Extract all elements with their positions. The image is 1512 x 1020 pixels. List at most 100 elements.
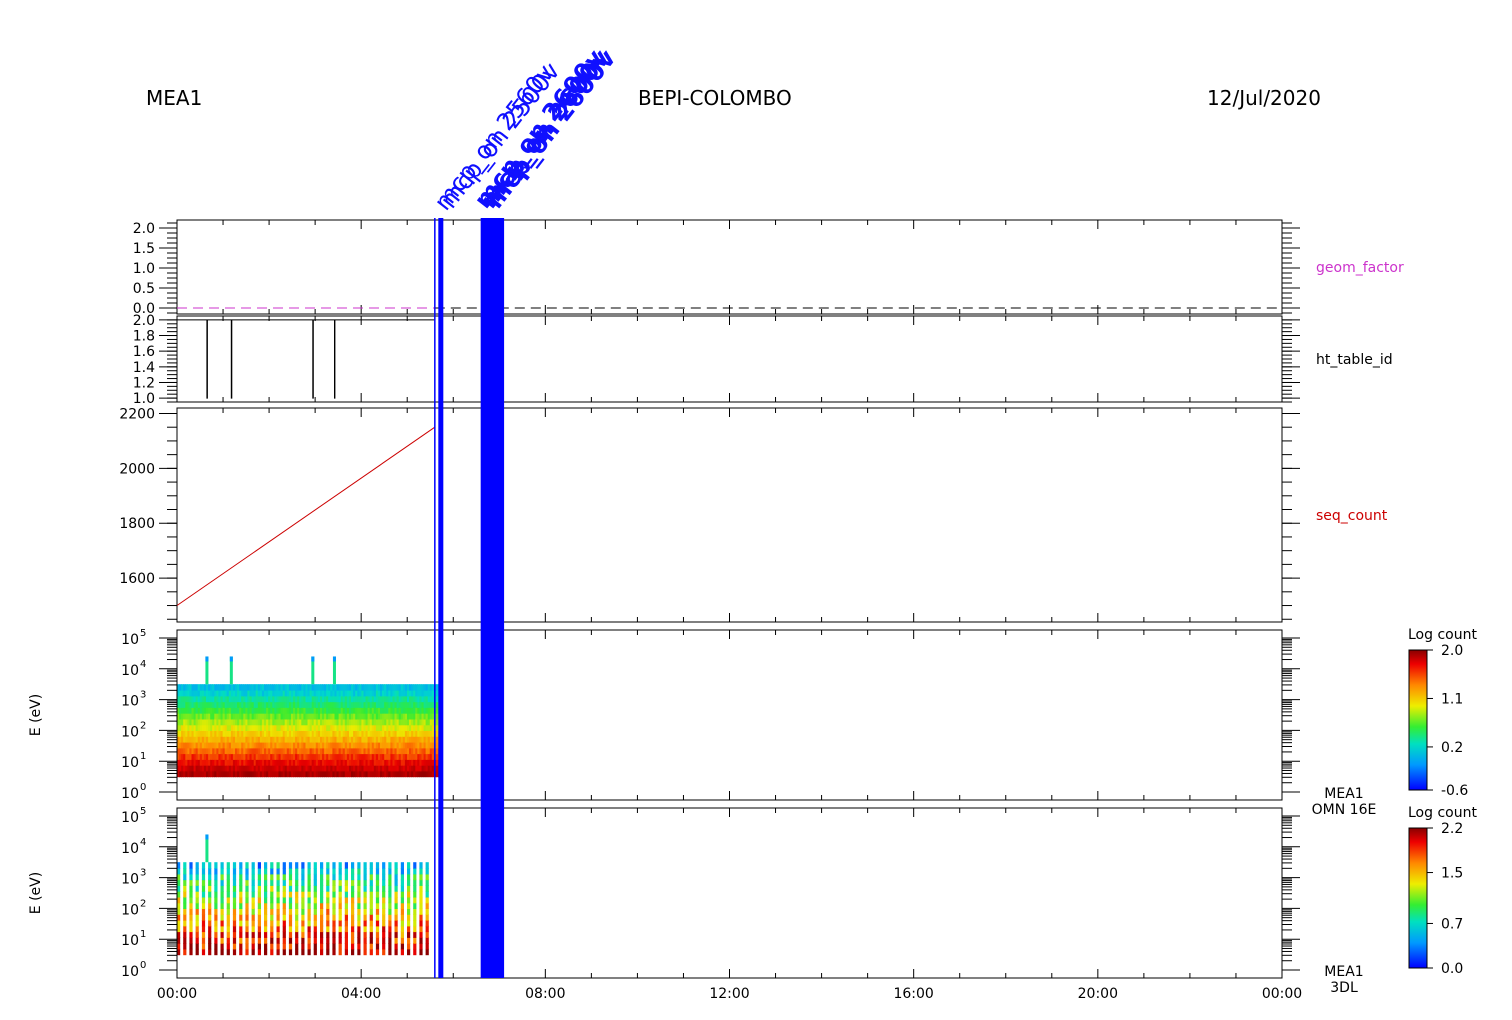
spectrogram-cell: [183, 891, 187, 898]
spectrogram-cell: [220, 862, 224, 869]
spectrogram-cell: [382, 868, 386, 875]
spectrogram-cell: [226, 920, 230, 927]
spectrogram-cell: [413, 931, 417, 938]
spectrogram-cell: [357, 937, 361, 944]
spectrogram-cell: [208, 908, 212, 915]
spectrogram-cell: [245, 896, 249, 904]
spectrogram-cell: [232, 862, 237, 869]
spectrogram-cell: [357, 868, 361, 875]
spectrogram-cell: [201, 925, 206, 933]
spectrogram-cell: [344, 908, 348, 915]
spectrogram-cell: [375, 896, 380, 904]
spectrogram-cell: [226, 943, 230, 950]
spectrogram-cell: [183, 948, 187, 956]
spectrogram-cell: [369, 891, 373, 898]
spectrogram-cell: [425, 943, 429, 950]
spectrogram-cell: [226, 931, 230, 938]
spectrogram-cell: [382, 925, 386, 933]
spectrogram-cell: [313, 868, 317, 875]
spectrogram-cell: [382, 931, 386, 938]
spectrogram-cell: [220, 868, 224, 875]
spectrogram-cell: [351, 948, 355, 956]
y-axis-label: E (eV): [28, 694, 44, 736]
spectrogram-cell: [239, 908, 243, 915]
y-tick-label: 10: [121, 755, 139, 771]
spectrogram-cell: [301, 925, 305, 933]
spectrogram-cell: [425, 896, 429, 904]
spectrogram-cell: [363, 902, 367, 909]
spectrogram-cell: [288, 937, 293, 944]
side-label-instrument: MEA1: [1324, 964, 1363, 980]
spectrogram-cell: [189, 943, 193, 950]
spectrogram-cell: [270, 862, 274, 869]
spectrogram-cell: [239, 925, 243, 933]
y-tick-exponent: 1: [140, 929, 146, 940]
spectrogram-cell: [251, 937, 255, 944]
spectrogram-cell: [313, 931, 317, 938]
y-tick-label: 10: [121, 933, 139, 949]
spectrogram-cell: [208, 948, 212, 956]
spectrogram-cell: [413, 873, 417, 881]
panel-label: ht_table_id: [1316, 352, 1393, 368]
spectrogram-cell: [214, 896, 218, 904]
spectrogram-cell: [282, 896, 286, 904]
spectrogram-spike-top: [332, 656, 336, 662]
spectrogram-cell: [214, 931, 218, 938]
spectrogram-cell: [264, 873, 268, 881]
colorbar-tick-label: 0.7: [1441, 916, 1463, 932]
spectrogram-cell: [282, 925, 286, 933]
spectrogram-cell: [400, 908, 404, 915]
spectrogram-cell: [375, 908, 380, 915]
spectrogram-cell: [195, 902, 199, 909]
spectrogram-cell: [201, 885, 206, 892]
spectrogram-cell: [419, 896, 423, 904]
spectrogram-cell: [257, 868, 261, 875]
spectrogram-cell: [320, 908, 324, 915]
spectrogram-cell: [413, 862, 417, 869]
spectrogram-cell: [419, 914, 423, 921]
y-tick-label: 1.6: [133, 344, 155, 360]
spectrogram-cell: [183, 908, 187, 915]
spectrogram-cell: [220, 937, 224, 944]
spectrogram-cell: [313, 948, 317, 956]
spectrogram-cell: [288, 920, 293, 927]
spectrogram-cell: [375, 914, 380, 921]
spectrogram-cell: [363, 891, 367, 898]
spectrogram-cell: [425, 873, 429, 881]
spectrogram-cell: [369, 925, 373, 933]
spectrogram-cell: [382, 937, 386, 944]
spectrogram-cell: [320, 896, 324, 904]
spectrogram-cell: [189, 931, 193, 938]
spectrogram-cell: [394, 943, 398, 950]
spectrogram-cell: [295, 943, 299, 950]
spectrogram-cell: [344, 862, 348, 869]
spectrogram-cell: [226, 902, 230, 909]
colorbar-tick-label: 2.0: [1441, 643, 1463, 659]
spectrogram-cell: [220, 879, 224, 886]
y-tick-exponent: 2: [140, 720, 146, 731]
spectrogram-cell: [270, 873, 274, 881]
spectrogram-cell: [332, 908, 336, 915]
spectrogram-cell: [183, 943, 187, 950]
spectrogram-cell: [295, 879, 299, 886]
spectrogram-cell: [351, 943, 355, 950]
spectrogram-cell: [214, 891, 218, 898]
spectrogram-cell: [301, 873, 305, 881]
spectrogram-cell: [276, 920, 280, 927]
spectrogram-cell: [276, 885, 280, 892]
panel-frame: [176, 315, 1283, 403]
spectrogram-cell: [419, 908, 423, 915]
spectrogram-cell: [338, 931, 342, 938]
spectrogram-cell: [388, 931, 392, 938]
spectrogram-cell: [313, 891, 317, 898]
y-axis-label: E (eV): [28, 872, 44, 914]
spectrogram-cell: [245, 948, 249, 956]
spectrogram-cell: [214, 943, 218, 950]
panel-label: seq_count: [1316, 508, 1388, 524]
spectrogram-cell: [394, 948, 398, 956]
spectrogram-cell: [307, 862, 311, 869]
spectrogram-cell: [220, 925, 224, 933]
spectrogram-cell: [357, 920, 361, 927]
spectrogram-cell: [382, 902, 386, 909]
spectrogram-cell: [239, 937, 243, 944]
